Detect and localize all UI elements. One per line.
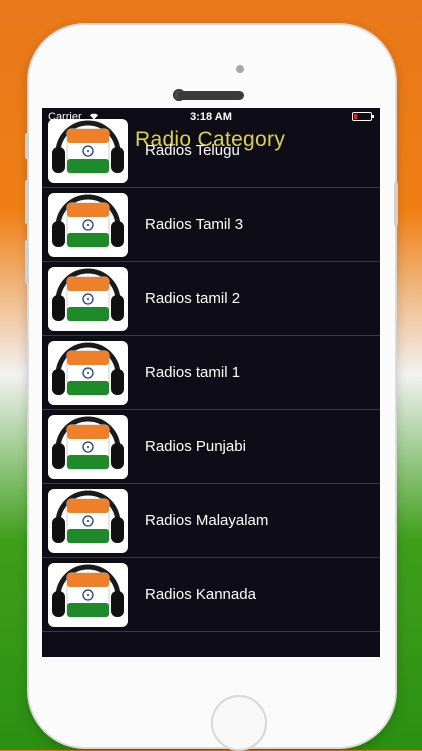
volume-down-button bbox=[25, 240, 29, 284]
sensor-dot bbox=[236, 65, 244, 73]
category-row[interactable]: Radios Punjabi bbox=[42, 410, 380, 484]
app-screen: Carrier 3:18 AM Radio Category Radios Te… bbox=[42, 108, 380, 657]
category-row[interactable]: Radios tamil 1 bbox=[42, 336, 380, 410]
category-label: Radios Kannada bbox=[145, 586, 256, 603]
category-label: Radios Punjabi bbox=[145, 438, 246, 455]
power-button bbox=[394, 182, 398, 226]
india-radio-thumbnail bbox=[48, 415, 128, 479]
india-radio-thumbnail bbox=[48, 563, 128, 627]
india-radio-thumbnail bbox=[48, 489, 128, 553]
category-label: Radios tamil 1 bbox=[145, 364, 241, 381]
volume-up-button bbox=[25, 180, 29, 224]
category-row[interactable]: Radios tamil 2 bbox=[42, 262, 380, 336]
india-radio-thumbnail bbox=[48, 341, 128, 405]
category-label: Radios Malayalam bbox=[145, 512, 269, 529]
category-row[interactable]: Radios Kannada bbox=[42, 558, 380, 632]
earpiece-speaker bbox=[178, 91, 244, 100]
category-label: Radios tamil 2 bbox=[145, 290, 241, 307]
category-row[interactable]: Radios Tamil 3 bbox=[42, 188, 380, 262]
category-row[interactable]: Radios Malayalam bbox=[42, 484, 380, 558]
category-label: Radios Tamil 3 bbox=[145, 216, 244, 233]
india-radio-thumbnail bbox=[48, 119, 128, 183]
india-radio-thumbnail bbox=[48, 267, 128, 331]
mute-switch bbox=[25, 133, 29, 159]
category-label: Radios Telugu bbox=[145, 142, 240, 159]
home-button[interactable] bbox=[211, 695, 267, 751]
india-radio-thumbnail bbox=[48, 193, 128, 257]
category-row[interactable]: Radios Telugu bbox=[42, 114, 380, 188]
